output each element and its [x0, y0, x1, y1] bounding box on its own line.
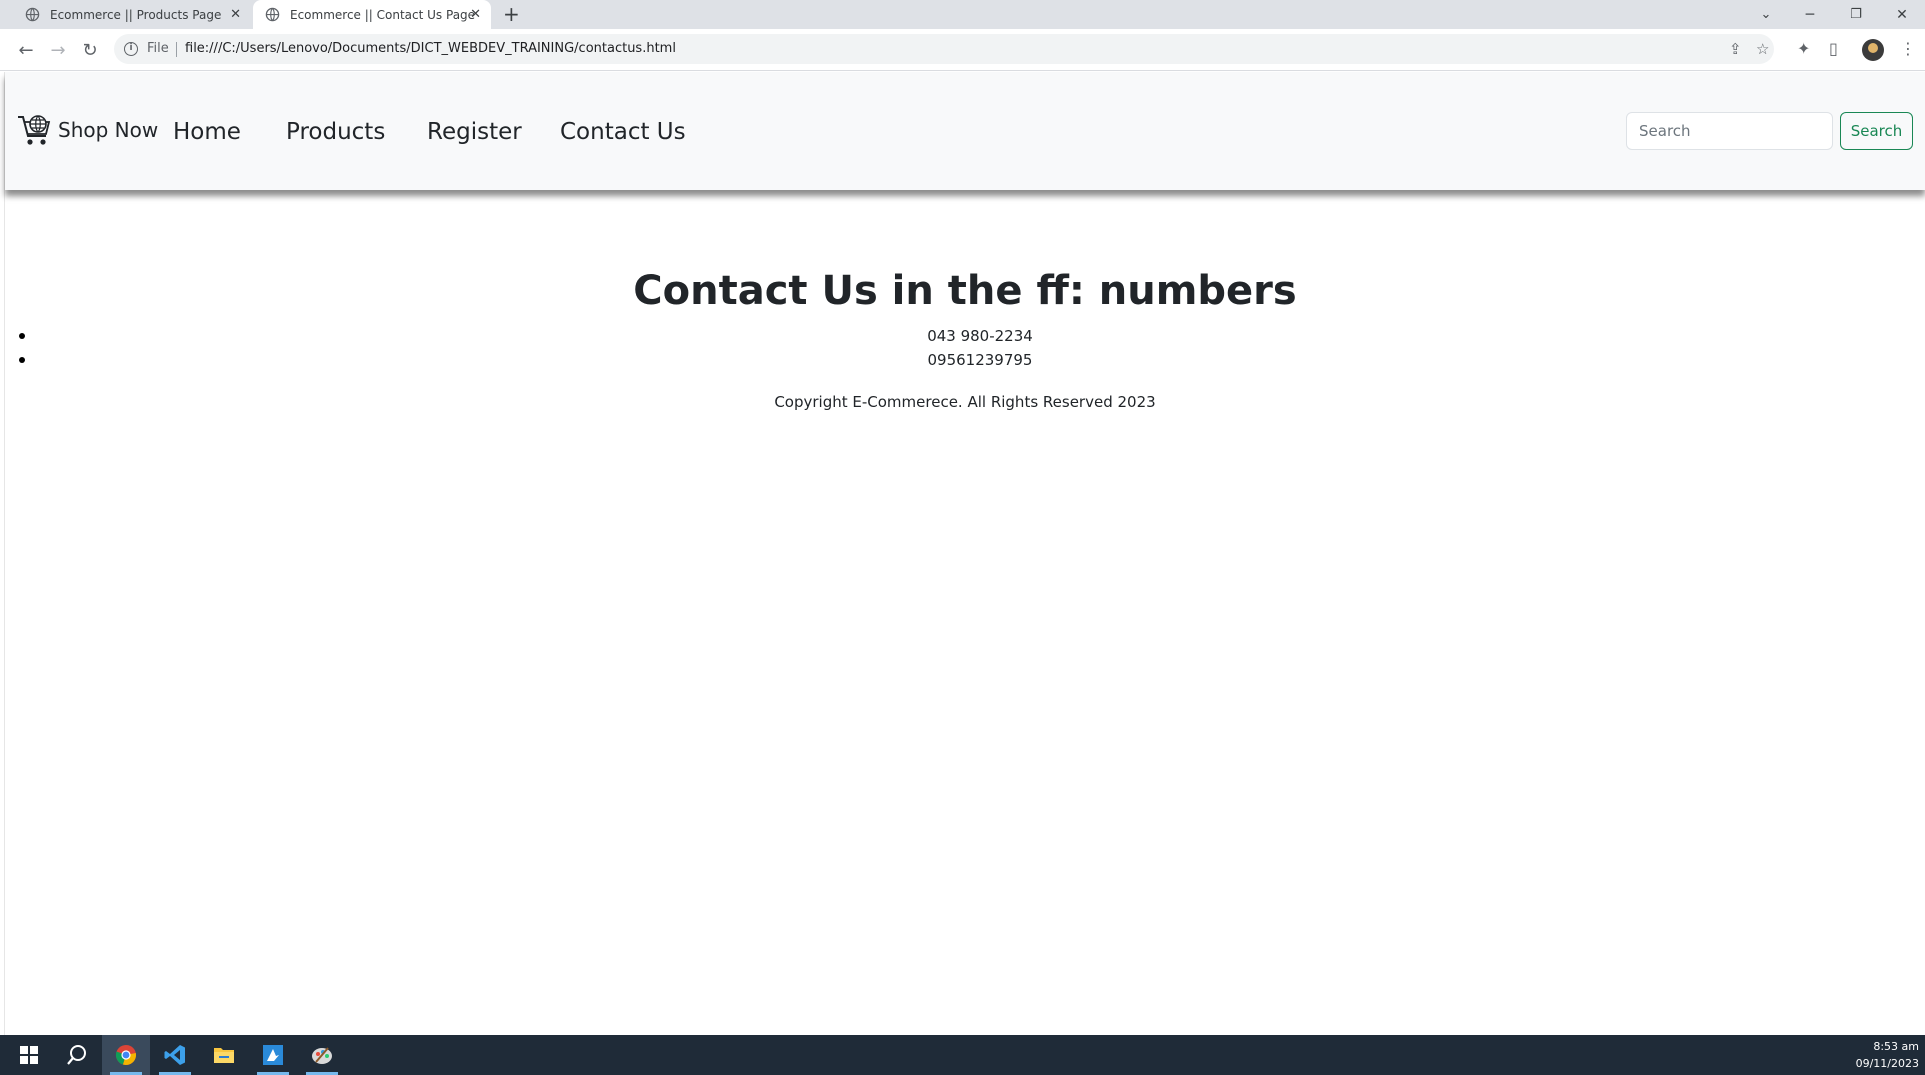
phone-number: 09561239795 — [927, 351, 1033, 369]
tab-products-page[interactable]: Ecommerce || Products Page ✕ — [0, 0, 251, 29]
search-icon[interactable] — [53, 1035, 101, 1075]
site-scheme-label: File — [147, 41, 169, 56]
page-heading: Contact Us in the ff: numbers — [633, 268, 1297, 314]
tab-strip: Ecommerce || Products Page ✕ Ecommerce |… — [0, 0, 1925, 29]
tab-contact-page[interactable]: Ecommerce || Contact Us Page ✕ — [253, 0, 491, 29]
brand-label: Shop Now — [58, 118, 159, 142]
tab-title: Ecommerce || Products Page — [50, 7, 222, 22]
windows-taskbar: 8:53 am 09/11/2023 — [0, 1035, 1925, 1075]
system-clock[interactable]: 8:53 am 09/11/2023 — [1856, 1038, 1919, 1072]
extensions-puzzle-icon[interactable]: ✦ — [1797, 39, 1810, 58]
web-page: Shop Now Home Products Register Contact … — [5, 72, 1925, 1035]
new-tab-button[interactable]: + — [503, 2, 520, 26]
paint-icon[interactable] — [298, 1035, 346, 1075]
info-icon[interactable]: i — [124, 42, 138, 56]
search-button[interactable]: Search — [1840, 112, 1913, 150]
chrome-icon[interactable] — [102, 1035, 150, 1075]
brand-link[interactable]: Shop Now — [17, 112, 158, 148]
side-panel-icon[interactable]: ▯ — [1829, 39, 1838, 58]
menu-kebab-icon[interactable]: ⋮ — [1900, 39, 1916, 58]
search-input[interactable] — [1626, 112, 1833, 150]
divider — [176, 42, 177, 57]
clock-time: 8:53 am — [1873, 1040, 1919, 1053]
restore-icon[interactable]: ❐ — [1844, 0, 1868, 29]
file-explorer-icon[interactable] — [200, 1035, 248, 1075]
tab-title: Ecommerce || Contact Us Page — [290, 7, 476, 22]
list-item: 09561239795 — [5, 351, 1925, 375]
browser-toolbar: ← → ↻ i File file:///C:/Users/Lenovo/Doc… — [0, 29, 1925, 71]
minimize-icon[interactable]: ─ — [1798, 0, 1822, 29]
copyright-text: Copyright E-Commerece. All Rights Reserv… — [774, 393, 1156, 411]
close-window-icon[interactable]: ✕ — [1890, 0, 1914, 29]
nav-link-register[interactable]: Register — [427, 119, 522, 145]
close-tab-icon[interactable]: ✕ — [230, 7, 241, 22]
reload-icon[interactable]: ↻ — [79, 39, 101, 61]
nav-link-contact-us[interactable]: Contact Us — [560, 119, 686, 145]
share-icon[interactable]: ⇪ — [1729, 40, 1742, 58]
back-arrow-icon[interactable]: ← — [15, 39, 37, 61]
clock-date: 09/11/2023 — [1855, 1057, 1919, 1070]
bookmark-star-icon[interactable]: ☆ — [1756, 40, 1769, 58]
tab-search-icon[interactable]: ⌄ — [1754, 0, 1778, 29]
site-navbar: Shop Now Home Products Register Contact … — [5, 72, 1925, 190]
close-tab-icon[interactable]: ✕ — [470, 7, 481, 22]
start-icon[interactable] — [5, 1035, 53, 1075]
url-text[interactable]: file:///C:/Users/Lenovo/Documents/DICT_W… — [185, 41, 676, 56]
bullet-icon — [19, 357, 25, 363]
phone-list: 043 980-2234 09561239795 — [5, 327, 1925, 375]
profile-avatar[interactable] — [1862, 39, 1884, 61]
shopping-cart-icon — [18, 115, 51, 145]
vscode-icon[interactable] — [151, 1035, 199, 1075]
globe-icon — [25, 7, 40, 22]
address-bar[interactable]: i File file:///C:/Users/Lenovo/Documents… — [114, 34, 1774, 64]
forward-arrow-icon[interactable]: → — [47, 39, 69, 61]
globe-icon — [265, 7, 280, 22]
list-item: 043 980-2234 — [5, 327, 1925, 351]
azure-icon[interactable] — [249, 1035, 297, 1075]
nav-link-products[interactable]: Products — [286, 119, 385, 145]
phone-number: 043 980-2234 — [927, 327, 1033, 345]
bullet-icon — [19, 333, 25, 339]
nav-link-home[interactable]: Home — [173, 119, 241, 145]
